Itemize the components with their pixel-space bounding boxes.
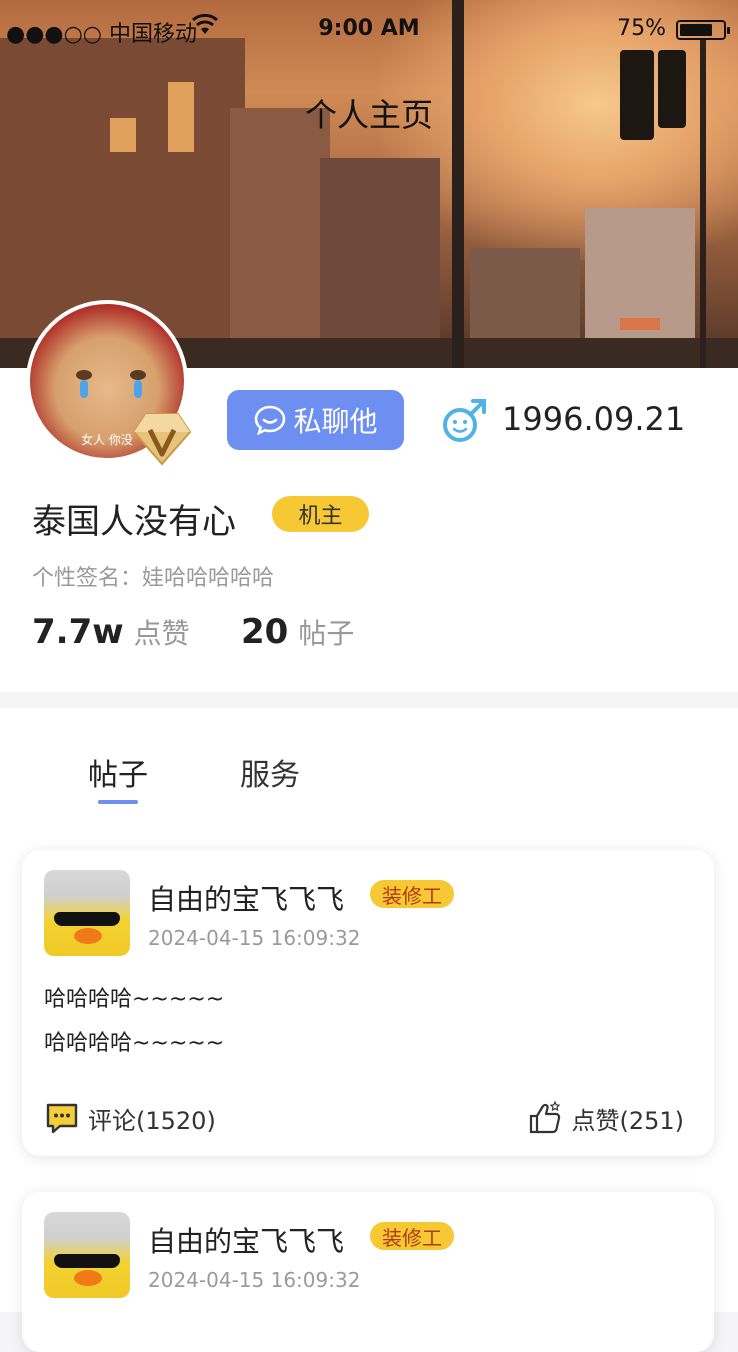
role-badge: 机主 — [272, 496, 369, 532]
page-title: 个人主页 — [304, 96, 433, 134]
thumbs-up-icon — [530, 1100, 561, 1134]
post-author-avatar[interactable] — [44, 1212, 130, 1298]
post-author-avatar[interactable] — [44, 870, 130, 956]
posts-stat: 20 帖子 — [241, 612, 354, 652]
tab-services[interactable]: 服务 — [240, 750, 300, 794]
avatar-sunglasses — [54, 912, 120, 926]
post-author-tag: 装修工 — [370, 880, 454, 908]
post-timestamp: 2024-04-15 16:09:32 — [148, 1268, 361, 1292]
posts-label: 帖子 — [298, 617, 355, 650]
building-mid — [230, 108, 330, 368]
private-chat-label: 私聊他 — [293, 405, 378, 438]
posts-count: 20 — [241, 612, 289, 652]
likes-count: 7.7w — [32, 612, 124, 652]
post-author-name[interactable]: 自由的宝飞飞飞 — [148, 1220, 344, 1260]
status-bar: ●●●○○ 中国移动 9:00 AM 75% — [0, 0, 738, 60]
like-button[interactable]: 点赞(251) — [527, 1100, 684, 1136]
active-tab-indicator — [98, 800, 138, 804]
signature: 个性签名：娃哈哈哈哈哈 — [32, 560, 274, 592]
vip-badge-icon — [132, 410, 192, 466]
birthday: 1996.09.21 — [502, 400, 686, 438]
avatar-sunglasses — [54, 1254, 120, 1268]
signature-text: 娃哈哈哈哈哈 — [142, 566, 275, 591]
post-content-line: 哈哈哈哈~~~~~ — [44, 1031, 225, 1056]
post-content: 哈哈哈哈~~~~~ 哈哈哈哈~~~~~ — [44, 978, 224, 1066]
male-smile-icon — [440, 397, 488, 445]
like-count: 点赞(251) — [571, 1106, 684, 1135]
building-mid2 — [320, 158, 440, 368]
comment-icon — [46, 1103, 78, 1134]
post-timestamp: 2024-04-15 16:09:32 — [148, 926, 361, 950]
avatar-tear — [134, 380, 142, 398]
tab-posts[interactable]: 帖子 — [88, 750, 148, 794]
post-author-name[interactable]: 自由的宝飞飞飞 — [148, 878, 344, 918]
likes-label: 点赞 — [133, 617, 190, 650]
post-card[interactable]: 自由的宝飞飞飞 装修工 2024-04-15 16:09:32 哈哈哈哈~~~~… — [22, 850, 714, 1156]
signature-label: 个性签名： — [32, 566, 143, 591]
comment-button[interactable]: 评论(1520) — [44, 1100, 216, 1136]
post-author-tag: 装修工 — [370, 1222, 454, 1250]
avatar-eye — [76, 370, 92, 380]
avatar-eye — [130, 370, 146, 380]
likes-stat: 7.7w 点赞 — [32, 612, 190, 652]
post-card[interactable]: 自由的宝飞飞飞 装修工 2024-04-15 16:09:32 — [22, 1192, 714, 1352]
comment-count: 评论(1520) — [88, 1106, 216, 1135]
battery-percent: 75% — [617, 16, 666, 41]
post-content-line: 哈哈哈哈~~~~~ — [44, 987, 225, 1012]
nickname: 泰国人没有心 — [32, 502, 236, 542]
building-window — [620, 318, 660, 330]
battery-icon — [676, 20, 730, 40]
avatar-beak — [74, 1270, 102, 1286]
chat-bubble-icon — [255, 405, 286, 436]
avatar-tear — [80, 380, 88, 398]
private-chat-button[interactable]: 私聊他 — [227, 390, 404, 450]
avatar-beak — [74, 928, 102, 944]
